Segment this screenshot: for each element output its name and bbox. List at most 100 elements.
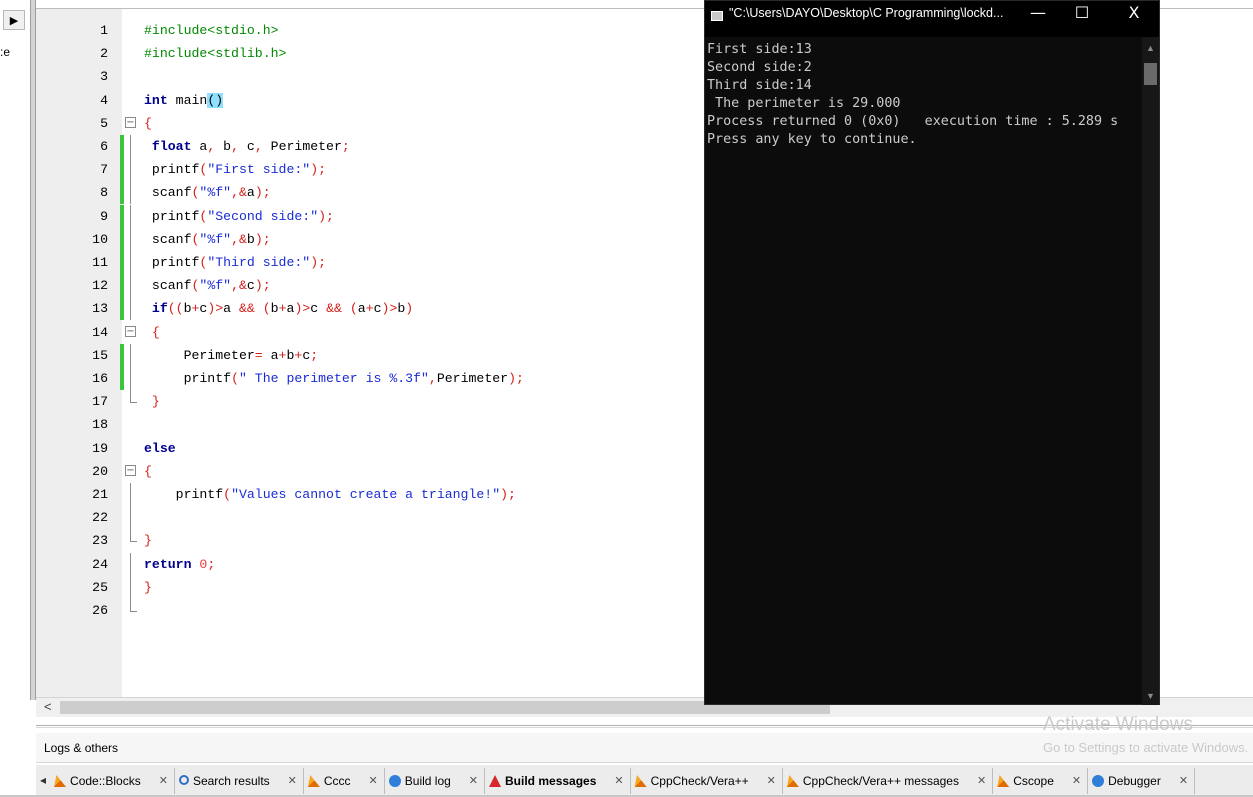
fold-collapse-icon[interactable]: −: [125, 464, 136, 476]
logs-tab[interactable]: Debugger ✕: [1088, 768, 1196, 794]
close-icon[interactable]: ✕: [977, 774, 986, 787]
code-text: printf(" The perimeter is %.3f",Perimete…: [144, 367, 524, 390]
close-icon[interactable]: ✕: [614, 774, 623, 787]
close-icon[interactable]: ✕: [288, 774, 297, 787]
close-icon[interactable]: ✕: [1179, 774, 1188, 787]
logs-tab[interactable]: Search results ✕: [175, 768, 304, 794]
logs-tab-label: CppCheck/Vera++ messages: [802, 774, 959, 788]
changed-line-marker: [120, 227, 124, 251]
code-text: }: [144, 390, 160, 413]
logs-tab[interactable]: Code::Blocks ✕: [50, 768, 175, 794]
search-icon: [178, 775, 189, 785]
code-token: );: [310, 162, 327, 178]
watermark-subtitle: Go to Settings to activate Windows.: [1043, 740, 1249, 755]
fold-collapse-icon[interactable]: −: [125, 116, 136, 128]
fold-collapse-icon[interactable]: −: [125, 325, 136, 337]
fold-guide: [130, 552, 131, 576]
line-number: 19: [92, 440, 108, 456]
line-number: 26: [92, 603, 108, 618]
changed-line-marker: [120, 251, 124, 274]
logs-tab[interactable]: CppCheck/Vera++ ✕: [631, 768, 783, 794]
code-text: scanf("%f",&c);: [144, 274, 271, 297]
close-icon[interactable]: ✕: [159, 774, 168, 787]
code-text: else: [144, 437, 176, 460]
line-number: 24: [92, 556, 108, 572]
line-number: 5: [100, 115, 108, 131]
expand-arrow-button[interactable]: ▶: [3, 10, 25, 30]
fold-end-marker: [130, 541, 137, 543]
close-icon[interactable]: ✕: [1072, 774, 1081, 787]
code-token: ,: [231, 139, 239, 154]
code-token: b: [270, 301, 279, 317]
logs-tab-label: Cscope: [1013, 774, 1054, 788]
fold-guide: [130, 506, 131, 530]
line-number: 3: [100, 69, 108, 85]
code-token: printf: [144, 255, 200, 270]
code-token: +: [278, 301, 287, 317]
close-icon[interactable]: ✕: [369, 774, 378, 787]
close-icon[interactable]: ✕: [469, 774, 478, 787]
code-token: a: [191, 139, 208, 154]
code-token: "%f": [199, 185, 232, 201]
changed-line-marker: [120, 274, 124, 298]
logs-tab[interactable]: Cscope ✕: [993, 768, 1089, 794]
code-token: "Second side:": [207, 208, 319, 224]
logs-tab[interactable]: Build messages ✕: [485, 768, 631, 794]
console-window[interactable]: "C:\Users\DAYO\Desktop\C Programming\loc…: [704, 0, 1160, 705]
close-button[interactable]: X: [1119, 3, 1149, 22]
changed-line-marker: [120, 297, 124, 321]
console-vertical-scrollbar[interactable]: ▲ ▼: [1142, 37, 1159, 705]
code-token: {: [144, 463, 152, 479]
close-icon[interactable]: ✕: [767, 774, 776, 787]
scroll-up-icon[interactable]: ▲: [1146, 43, 1155, 53]
tab-scroll-left-icon[interactable]: ◂: [40, 768, 50, 787]
code-token: }: [144, 579, 152, 595]
code-token: "First side:": [207, 162, 311, 178]
codeblocks-icon: [997, 775, 1010, 787]
changed-line-marker: [120, 343, 124, 367]
logs-tab[interactable]: CppCheck/Vera++ messages ✕: [783, 768, 994, 794]
fold-guide: [130, 367, 131, 390]
logs-tab[interactable]: Cccc ✕: [304, 768, 385, 794]
build-log-icon: [1092, 775, 1105, 787]
fold-guide: [130, 575, 131, 599]
line-number: 14: [92, 324, 108, 340]
code-token: printf: [144, 208, 200, 224]
code-text: return 0;: [144, 553, 215, 576]
code-token: scanf: [144, 185, 192, 201]
logs-tab-label: Debugger: [1108, 774, 1161, 788]
code-token: ,&: [231, 185, 247, 201]
code-token: a: [223, 301, 239, 317]
clipped-label: :e: [0, 45, 11, 59]
console-titlebar[interactable]: "C:\Users\DAYO\Desktop\C Programming\loc…: [705, 1, 1159, 37]
fold-guide: [130, 204, 131, 228]
code-text: {: [144, 321, 160, 344]
maximize-button[interactable]: ☐: [1067, 3, 1097, 22]
code-token: ,: [428, 371, 437, 386]
line-number: 4: [100, 92, 108, 108]
code-token: =: [254, 347, 263, 363]
scroll-left-icon[interactable]: <: [44, 699, 52, 714]
code-text: }: [144, 529, 152, 552]
code-token: );: [318, 208, 334, 224]
code-token: }: [151, 394, 160, 410]
code-token: #include<stdio.h>: [144, 23, 279, 38]
minimize-button[interactable]: —: [1023, 3, 1053, 22]
fold-guide: [130, 483, 131, 506]
scroll-down-icon[interactable]: ▼: [1146, 691, 1155, 701]
console-scrollbar-thumb[interactable]: [1144, 63, 1157, 85]
logs-tab[interactable]: Build log ✕: [385, 768, 486, 794]
code-token: ,&: [231, 231, 247, 247]
code-text: printf("Values cannot create a triangle!…: [144, 483, 516, 506]
code-text: printf("Second side:");: [144, 205, 334, 228]
code-text: int main(): [144, 89, 224, 112]
code-text: {: [144, 112, 152, 135]
code-token: c: [310, 301, 327, 317]
code-token: c: [373, 301, 382, 317]
watermark-title: Activate Windows: [1043, 714, 1193, 735]
code-token: +: [365, 301, 374, 317]
code-text: printf("First side:");: [144, 158, 326, 181]
changed-line-marker: [120, 135, 124, 158]
